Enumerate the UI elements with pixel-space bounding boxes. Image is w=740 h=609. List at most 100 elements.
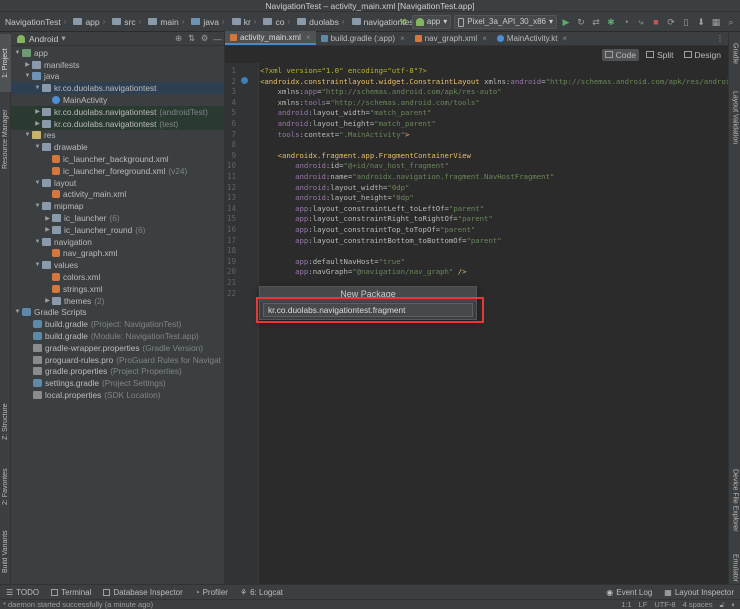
code-mode-button[interactable]: Code — [601, 48, 639, 61]
tree-item[interactable]: ▼ app — [11, 47, 224, 59]
tree-item[interactable]: ▶ themes (2) — [11, 295, 224, 307]
stop-icon[interactable]: ■ — [650, 16, 662, 28]
tree-item[interactable]: ▶ kr.co.duolabs.navigationtest (test) — [11, 117, 224, 130]
target-icon[interactable]: ⊕ — [172, 33, 185, 44]
close-icon[interactable]: × — [562, 34, 567, 43]
notification-icon[interactable]: ◐ — [731, 600, 736, 609]
chevron-down-icon[interactable]: ▼ — [33, 85, 42, 91]
tree-item[interactable]: proguard-rules.pro (ProGuard Rules for Na… — [11, 354, 224, 366]
tree-item[interactable]: ▶ kr.co.duolabs.navigationtest (androidTes… — [11, 105, 224, 118]
package-name-input[interactable]: kr.co.duolabs.navigationtest.fragment — [263, 303, 473, 317]
debug-icon[interactable]: ✱ — [605, 16, 617, 28]
tree-item[interactable]: ▼ layout — [11, 177, 224, 189]
search-icon[interactable]: ⌕ — [725, 16, 737, 28]
chevron-right-icon[interactable]: ▶ — [33, 108, 42, 115]
chevron-down-icon[interactable]: ▼ — [23, 132, 32, 138]
project-tool-tab[interactable]: 1: Project — [0, 34, 11, 92]
emulator-tool-tab[interactable]: Emulator — [729, 548, 740, 588]
class-reference-icon[interactable] — [241, 77, 248, 84]
tree-item[interactable]: ▼ drawable — [11, 141, 224, 153]
profiler-tool-button[interactable]: ◔ Profiler — [189, 588, 234, 597]
profile-icon[interactable]: ◔ — [620, 16, 632, 28]
status-message[interactable]: * daemon started successfully (a minute … — [3, 600, 153, 609]
tree-item[interactable]: ▼ mipmap — [11, 200, 224, 212]
indent-setting[interactable]: 4 spaces — [683, 600, 713, 609]
tree-item[interactable]: MainActivity — [11, 94, 224, 106]
tree-item[interactable]: build.gradle (Module: NavigationTest.app) — [11, 330, 224, 342]
close-icon[interactable]: × — [482, 34, 487, 43]
hammer-icon[interactable]: ⚒ — [397, 16, 409, 28]
tree-item[interactable]: nav_graph.xml — [11, 248, 224, 260]
favorites-tool-tab[interactable]: 2: Favorites — [0, 457, 11, 517]
collapse-all-icon[interactable]: ⇅ — [185, 33, 198, 44]
chevron-right-icon[interactable]: ▶ — [33, 120, 42, 127]
breadcrumb-kr[interactable]: kr › — [230, 17, 262, 27]
chevron-down-icon[interactable]: ▼ — [13, 50, 22, 56]
chevron-down-icon[interactable]: ▼ — [33, 239, 42, 245]
device-file-explorer-tool-tab[interactable]: Device File Explorer — [729, 452, 740, 548]
lock-icon[interactable]: 🔓︎ — [720, 600, 725, 609]
tree-item[interactable]: activity_main.xml — [11, 189, 224, 201]
tree-item[interactable]: ic_launcher_foreground.xml (v24) — [11, 165, 224, 177]
chevron-right-icon[interactable]: ▶ — [43, 226, 52, 233]
design-mode-button[interactable]: Design — [681, 49, 724, 61]
apply-code-changes-icon[interactable]: ⇄ — [590, 16, 602, 28]
todo-tool-button[interactable]: ☰ TODO — [0, 588, 45, 597]
chevron-right-icon[interactable]: ▶ — [23, 61, 32, 68]
avd-manager-icon[interactable]: ▯ — [680, 16, 692, 28]
breadcrumb-app[interactable]: app › — [71, 17, 110, 27]
tab-nav-graph[interactable]: nav_graph.xml × — [410, 31, 492, 45]
tree-item[interactable]: ▶ ic_launcher_round (6) — [11, 224, 224, 236]
chevron-down-icon[interactable]: ▼ — [13, 309, 22, 315]
project-view-selector[interactable]: Android — [29, 34, 58, 44]
breadcrumb-main[interactable]: main › — [146, 17, 189, 27]
database-inspector-tool-button[interactable]: Database Inspector — [97, 588, 188, 597]
chevron-right-icon[interactable]: ▶ — [43, 297, 52, 304]
device-selector[interactable]: Pixel_3a_API_30_x86 ▾ — [454, 15, 557, 29]
chevron-down-icon[interactable]: ▼ — [33, 180, 42, 186]
more-tabs-icon[interactable]: ⋮ — [716, 31, 728, 45]
tree-item[interactable]: settings.gradle (Project Settings) — [11, 377, 224, 389]
tab-activity-main[interactable]: activity_main.xml × — [225, 31, 316, 45]
file-encoding[interactable]: UTF-8 — [654, 600, 675, 609]
tab-build-gradle[interactable]: build.gradle (:app) × — [316, 31, 410, 45]
tree-item[interactable]: ▶ ic_launcher (6) — [11, 212, 224, 224]
caret-position[interactable]: 1:1 — [621, 600, 631, 609]
tree-item[interactable]: ic_launcher_background.xml — [11, 153, 224, 165]
chevron-down-icon[interactable]: ▼ — [23, 73, 32, 79]
code-editor[interactable]: <?xml version="1.0" encoding="utf-8"?> <a… — [260, 63, 728, 584]
layout-inspector-tool-button[interactable]: ▦ Layout Inspector — [658, 588, 740, 597]
attach-debugger-icon[interactable]: ⤷ — [635, 16, 647, 28]
tree-item[interactable]: local.properties (SDK Location) — [11, 389, 224, 401]
module-selector[interactable]: app ▾ — [411, 15, 452, 29]
terminal-tool-button[interactable]: Terminal — [45, 588, 97, 597]
close-icon[interactable]: × — [306, 33, 311, 42]
close-icon[interactable]: × — [400, 34, 405, 43]
breadcrumb-duolabs[interactable]: duolabs › — [295, 17, 349, 27]
sdk-manager-icon[interactable]: ⬇ — [695, 16, 707, 28]
breadcrumb-src[interactable]: src › — [110, 17, 146, 27]
split-mode-button[interactable]: Split — [643, 49, 677, 61]
minimize-icon[interactable]: — — [211, 34, 224, 44]
tree-item-selected[interactable]: ▼ kr.co.duolabs.navigationtest — [11, 82, 224, 95]
chevron-down-icon[interactable]: ▼ — [33, 203, 42, 209]
tree-item[interactable]: build.gradle (Project: NavigationTest) — [11, 318, 224, 330]
line-separator[interactable]: LF — [639, 600, 648, 609]
structure-tool-tab[interactable]: Z: Structure — [0, 392, 11, 452]
apply-changes-icon[interactable]: ↻ — [575, 16, 587, 28]
gradle-tool-tab[interactable]: Gradle — [729, 36, 740, 72]
tree-item[interactable]: strings.xml — [11, 283, 224, 295]
tree-item[interactable]: ▼ res — [11, 130, 224, 142]
tree-item[interactable]: colors.xml — [11, 271, 224, 283]
tree-item[interactable]: ▼ Gradle Scripts — [11, 307, 224, 319]
layout-validation-tool-tab[interactable]: Layout Validation — [729, 80, 740, 156]
tree-item[interactable]: ▶ manifests — [11, 59, 224, 71]
breadcrumb-project[interactable]: NavigationTest › — [0, 17, 71, 27]
sync-gradle-icon[interactable]: ⟳ — [665, 16, 677, 28]
chevron-down-icon[interactable]: ▼ — [33, 144, 42, 150]
run-icon[interactable]: ▶ — [560, 16, 572, 28]
tree-item[interactable]: ▼ java — [11, 71, 224, 83]
chevron-right-icon[interactable]: ▶ — [43, 215, 52, 222]
logcat-tool-button[interactable]: ⚘ 6: Logcat — [234, 588, 289, 597]
chevron-down-icon[interactable]: ▼ — [33, 262, 42, 268]
